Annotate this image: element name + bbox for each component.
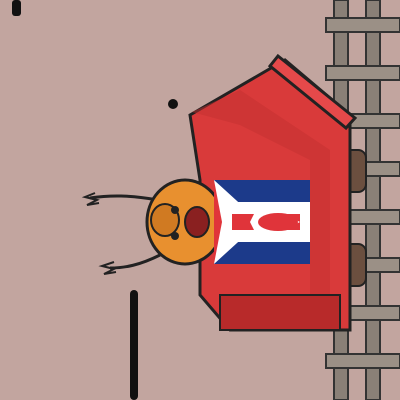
hazard-marker-top [12, 0, 21, 16]
hazard-dot [168, 99, 178, 109]
flag-emblem [214, 180, 310, 264]
scene-svg [0, 0, 400, 400]
hazard-pole [130, 290, 138, 400]
game-scene [0, 0, 400, 400]
